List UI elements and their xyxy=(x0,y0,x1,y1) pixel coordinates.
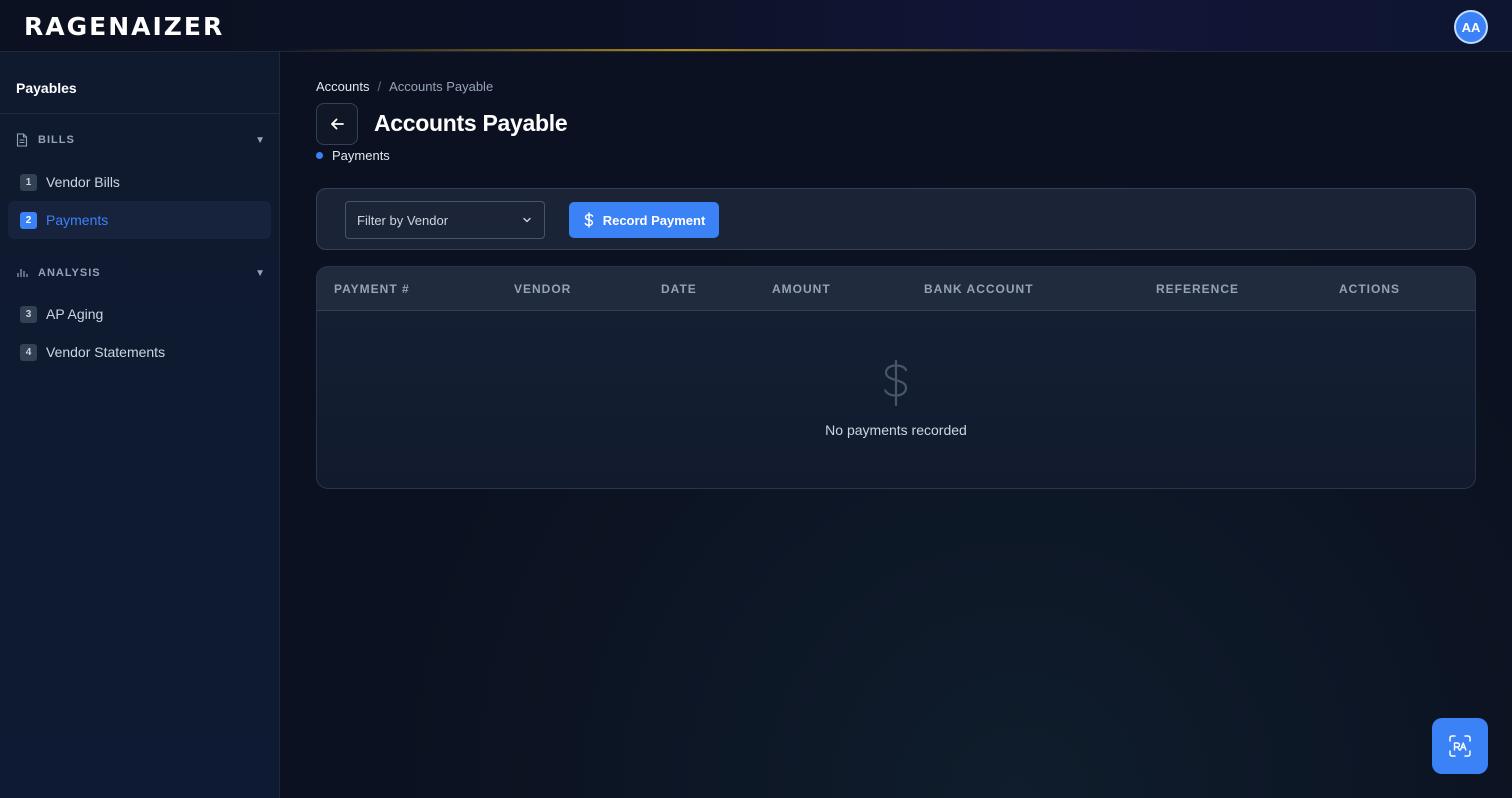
user-avatar[interactable]: AA xyxy=(1454,10,1488,44)
main-content: Accounts / Accounts Payable Accounts Pay… xyxy=(280,52,1512,798)
sidebar-item-label: AP Aging xyxy=(46,306,104,322)
record-payment-button[interactable]: Record Payment xyxy=(569,202,719,238)
bar-chart-icon xyxy=(16,266,30,280)
app-logo[interactable]: RAGENAIZER xyxy=(24,12,224,42)
arrow-left-icon xyxy=(331,118,344,130)
record-payment-label: Record Payment xyxy=(602,212,706,228)
empty-state-message: No payments recorded xyxy=(825,422,967,438)
column-header-actions[interactable]: ACTIONS xyxy=(1339,282,1400,296)
caret-down-icon[interactable]: ▼ xyxy=(255,268,266,279)
section-label-bills: BILLS xyxy=(38,134,75,146)
vendor-filter-placeholder: Filter by Vendor xyxy=(357,212,449,228)
caret-down-icon[interactable]: ▼ xyxy=(255,135,266,146)
dollar-icon xyxy=(884,359,908,407)
sidebar-item-payments[interactable]: 2 Payments xyxy=(8,201,271,239)
nav-number-badge: 3 xyxy=(20,305,37,323)
section-label-analysis: ANALYSIS xyxy=(38,267,101,279)
sidebar-item-vendor-statements[interactable]: 4 Vendor Statements xyxy=(8,333,271,371)
table-header-row: PAYMENT # VENDOR DATE AMOUNT BANK ACCOUN… xyxy=(317,267,1475,311)
column-header-bank-account[interactable]: BANK ACCOUNT xyxy=(924,282,1034,296)
section-header-bills[interactable]: BILLS ▼ xyxy=(16,130,266,150)
assistant-button[interactable] xyxy=(1432,718,1488,774)
sidebar-item-label: Vendor Bills xyxy=(46,174,120,190)
column-header-payment-number[interactable]: PAYMENT # xyxy=(334,282,410,296)
header-glow-line xyxy=(280,49,1180,51)
active-tab-dot xyxy=(316,152,323,159)
column-header-amount[interactable]: AMOUNT xyxy=(772,282,831,296)
sidebar-title: Payables xyxy=(16,80,77,96)
sidebar-item-label: Payments xyxy=(46,212,109,228)
breadcrumb-current: Accounts Payable xyxy=(389,79,494,94)
column-header-reference[interactable]: REFERENCE xyxy=(1156,282,1239,296)
document-icon xyxy=(16,133,30,147)
sidebar-divider xyxy=(0,113,279,114)
section-header-analysis[interactable]: ANALYSIS ▼ xyxy=(16,263,266,283)
sidebar: Payables BILLS ▼ 1 Vendor Bills 2 Paymen… xyxy=(0,52,280,798)
column-header-date[interactable]: DATE xyxy=(661,282,697,296)
breadcrumb-link-accounts[interactable]: Accounts xyxy=(316,79,369,94)
nav-number-badge: 1 xyxy=(20,173,37,191)
payments-table: PAYMENT # VENDOR DATE AMOUNT BANK ACCOUN… xyxy=(316,266,1476,489)
column-header-vendor[interactable]: VENDOR xyxy=(514,282,571,296)
breadcrumb: Accounts / Accounts Payable xyxy=(316,79,493,94)
sidebar-item-ap-aging[interactable]: 3 AP Aging xyxy=(8,295,271,333)
dollar-icon xyxy=(584,212,593,228)
breadcrumb-separator: / xyxy=(377,79,382,94)
tab-label: Payments xyxy=(332,148,390,163)
back-button[interactable] xyxy=(316,103,358,145)
filter-toolbar: Filter by Vendor Record Payment xyxy=(316,188,1476,250)
chevron-down-icon xyxy=(523,217,531,223)
top-bar: RAGENAIZER AA xyxy=(0,0,1512,52)
nav-number-badge: 2 xyxy=(20,211,37,229)
nav-number-badge: 4 xyxy=(20,343,37,361)
sidebar-item-label: Vendor Statements xyxy=(46,344,166,360)
ai-assistant-icon xyxy=(1449,735,1471,757)
vendor-filter-select[interactable]: Filter by Vendor xyxy=(345,201,545,239)
tab-payments[interactable]: Payments xyxy=(316,148,390,163)
page-title: Accounts Payable xyxy=(374,110,568,136)
sidebar-item-vendor-bills[interactable]: 1 Vendor Bills xyxy=(8,163,271,201)
